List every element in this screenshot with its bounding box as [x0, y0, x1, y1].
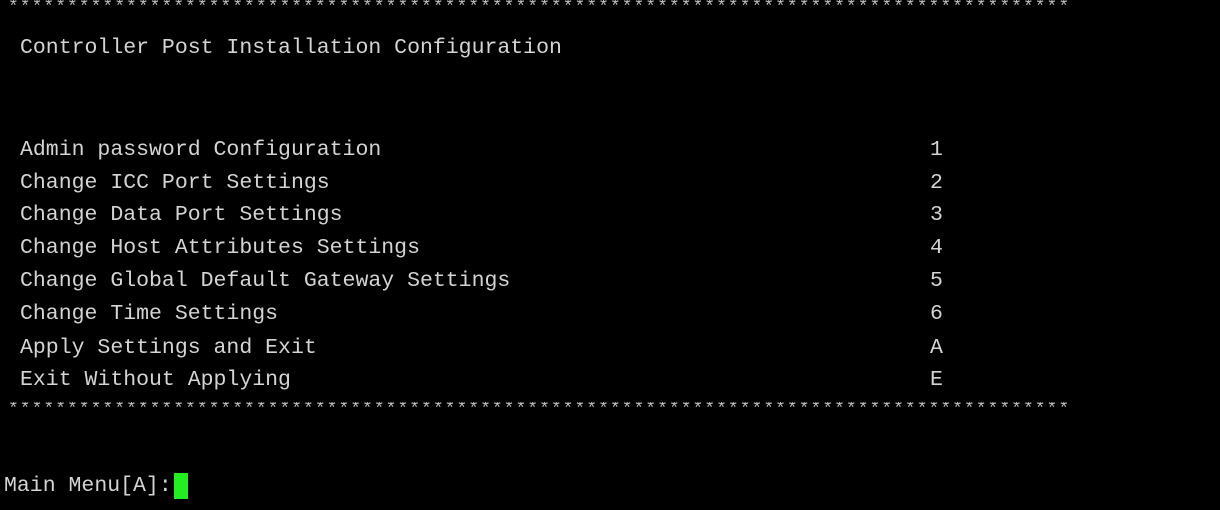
menu-item-key: 1 — [930, 138, 943, 162]
bottom-border: ****************************************… — [8, 402, 1071, 418]
menu-item-exit-without-applying[interactable]: Exit Without Applying E — [20, 366, 1020, 394]
menu-item-key: 6 — [930, 302, 943, 326]
menu-item-label: Change ICC Port Settings — [20, 171, 330, 195]
menu-item-host-attributes[interactable]: Change Host Attributes Settings 4 — [20, 234, 1020, 262]
menu-item-key: E — [930, 368, 943, 392]
menu-item-key: 4 — [930, 236, 943, 260]
prompt-label: Main Menu[A]: — [4, 474, 172, 498]
menu-item-label: Change Host Attributes Settings — [20, 236, 420, 260]
menu-item-time-settings[interactable]: Change Time Settings 6 — [20, 300, 1020, 328]
menu-item-key: A — [930, 336, 943, 360]
menu-item-icc-port[interactable]: Change ICC Port Settings 2 — [20, 169, 1020, 197]
menu-item-apply-exit[interactable]: Apply Settings and Exit A — [20, 334, 1020, 362]
menu-item-label: Apply Settings and Exit — [20, 336, 317, 360]
menu-item-label: Admin password Configuration — [20, 138, 382, 162]
menu-item-admin-password[interactable]: Admin password Configuration 1 — [20, 136, 1020, 164]
command-prompt[interactable]: Main Menu[A]: — [4, 472, 188, 500]
menu-item-data-port[interactable]: Change Data Port Settings 3 — [20, 201, 1020, 229]
config-menu: Admin password Configuration 1 Change IC… — [0, 0, 1220, 510]
menu-item-key: 5 — [930, 269, 943, 293]
menu-item-label: Change Global Default Gateway Settings — [20, 269, 511, 293]
text-cursor[interactable] — [173, 473, 188, 499]
menu-item-key: 2 — [930, 171, 943, 195]
menu-item-label: Exit Without Applying — [20, 368, 291, 392]
terminal-window[interactable]: ****************************************… — [0, 0, 1220, 510]
menu-item-default-gateway[interactable]: Change Global Default Gateway Settings 5 — [20, 267, 1020, 295]
menu-item-key: 3 — [930, 203, 943, 227]
menu-item-label: Change Data Port Settings — [20, 203, 343, 227]
menu-item-label: Change Time Settings — [20, 302, 279, 326]
